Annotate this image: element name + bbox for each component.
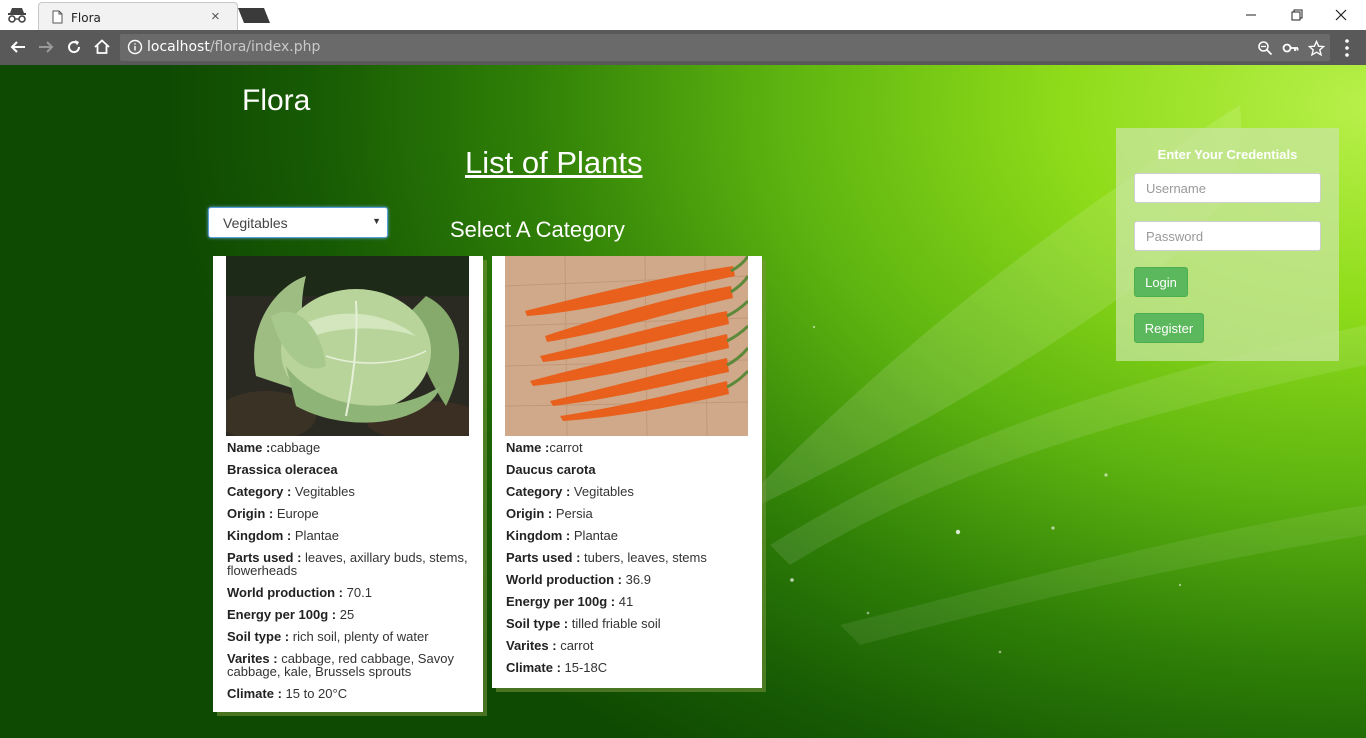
plant-field-climate: Climate : 15-18C	[506, 660, 608, 675]
close-window-icon[interactable]	[1318, 0, 1364, 30]
back-arrow-icon[interactable]	[6, 35, 30, 59]
plant-field-world-production: World production : 70.1	[227, 585, 372, 600]
username-input[interactable]: Username	[1134, 173, 1321, 203]
login-panel: Enter Your Credentials Username Password…	[1116, 128, 1339, 361]
incognito-icon	[8, 8, 26, 23]
category-select[interactable]: Vegitables ▼	[208, 207, 388, 238]
plant-field-varites: Varites : cabbage, red cabbage, Savoy ca…	[227, 651, 454, 679]
category-select-value: Vegitables	[223, 215, 288, 231]
plant-field-category: Category : Vegitables	[227, 484, 355, 499]
plant-field-world-production: World production : 36.9	[506, 572, 651, 587]
plant-field-origin: Origin : Persia	[506, 506, 593, 521]
plant-field-scientific-name: Daucus carota	[506, 462, 596, 477]
plant-field-origin: Origin : Europe	[227, 506, 319, 521]
tab-flora[interactable]: Flora ×	[38, 2, 238, 31]
carrot-photo	[505, 256, 748, 436]
tab-close-icon[interactable]: ×	[211, 8, 220, 25]
key-icon[interactable]	[1282, 39, 1300, 57]
info-icon[interactable]	[127, 39, 143, 55]
browser-menu-icon[interactable]	[1340, 36, 1354, 60]
page-icon	[52, 10, 63, 24]
plant-card-carrot: Name :carrot Daucus carota Category : Ve…	[492, 256, 762, 688]
plant-field-category: Category : Vegitables	[506, 484, 634, 499]
restore-icon[interactable]	[1274, 0, 1320, 30]
plant-field-name: Name :cabbage	[227, 440, 321, 455]
select-category-label: Select A Category	[450, 217, 625, 242]
zoom-icon[interactable]	[1256, 39, 1274, 57]
tab-title: Flora	[71, 11, 101, 25]
plant-field-parts-used: Parts used : tubers, leaves, stems	[506, 550, 707, 565]
bookmark-star-icon[interactable]	[1307, 39, 1325, 57]
url-path: /flora/index.php	[209, 39, 321, 55]
plant-field-energy: Energy per 100g : 25	[227, 607, 355, 622]
browser-titlebar: Flora ×	[0, 0, 1366, 31]
plant-fields: Name :cabbage Brassica oleracea Category…	[227, 441, 477, 709]
login-panel-title: Enter Your Credentials	[1157, 147, 1298, 162]
plant-fields: Name :carrot Daucus carota Category : Ve…	[506, 441, 756, 683]
plant-field-kingdom: Kingdom : Plantae	[227, 528, 339, 543]
list-heading[interactable]: List of Plants	[465, 145, 642, 181]
site-title: Flora	[242, 84, 311, 117]
plant-field-soil-type: Soil type : tilled friable soil	[506, 616, 661, 631]
forward-arrow-icon[interactable]	[34, 35, 58, 59]
new-tab-button[interactable]	[236, 7, 272, 24]
dropdown-arrow-icon: ▼	[372, 216, 381, 226]
url-host: localhost	[147, 39, 210, 55]
reload-icon[interactable]	[62, 35, 86, 59]
register-button[interactable]: Register	[1134, 313, 1204, 343]
minimize-icon[interactable]	[1228, 0, 1274, 30]
cabbage-photo	[226, 256, 469, 436]
plant-field-climate: Climate : 15 to 20°C	[227, 686, 348, 701]
address-bar[interactable]: localhost/flora/index.php	[120, 34, 1330, 61]
plant-card-cabbage: Name :cabbage Brassica oleracea Category…	[213, 256, 483, 712]
plant-field-energy: Energy per 100g : 41	[506, 594, 634, 609]
plant-field-kingdom: Kingdom : Plantae	[506, 528, 618, 543]
plant-field-name: Name :carrot	[506, 440, 583, 455]
plant-field-varites: Varites : carrot	[506, 638, 594, 653]
plant-field-scientific-name: Brassica oleracea	[227, 462, 338, 477]
password-input[interactable]: Password	[1134, 221, 1321, 251]
home-icon[interactable]	[90, 35, 114, 59]
login-button[interactable]: Login	[1134, 267, 1188, 297]
page-background: Flora List of Plants Vegitables ▼ Select…	[0, 65, 1366, 738]
url-text: localhost/flora/index.php	[147, 39, 320, 55]
plant-field-parts-used: Parts used : leaves, axillary buds, stem…	[227, 550, 468, 578]
plant-field-soil-type: Soil type : rich soil, plenty of water	[227, 629, 429, 644]
